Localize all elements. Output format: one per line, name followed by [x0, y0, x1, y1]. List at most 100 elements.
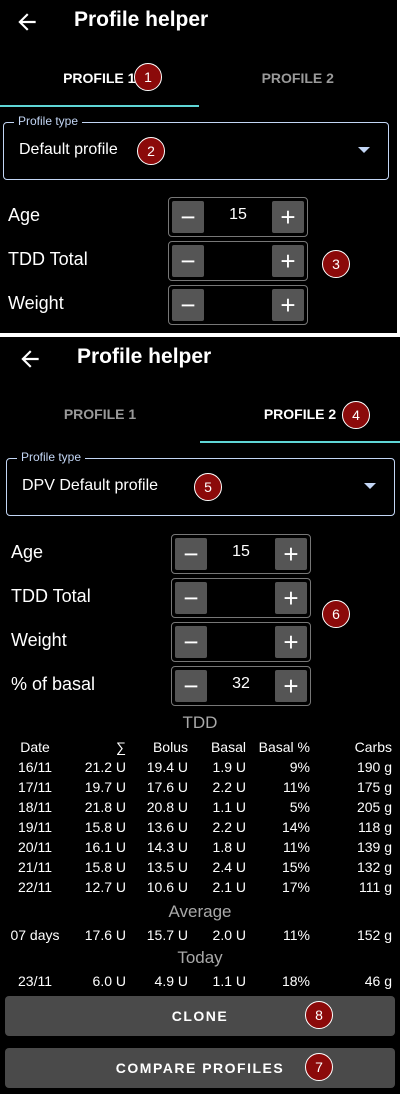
average-title: Average	[168, 902, 232, 921]
cell-bolus: 17.6 U	[146, 779, 188, 795]
average-basal: 2.0 U	[212, 927, 246, 943]
average-basal-percent: 11%	[283, 927, 310, 943]
cell-basal-percent: 11%	[283, 779, 310, 795]
basal-percent-row: % of basal − 32 +	[0, 664, 400, 708]
today-basal: 1.1 U	[212, 973, 246, 989]
weight-label: Weight	[8, 293, 64, 313]
column-header: Bolus	[152, 739, 188, 755]
cell-date: 22/11	[18, 879, 52, 895]
tdd-total-stepper: − +	[168, 241, 308, 281]
profile-type-legend: Profile type	[17, 450, 86, 464]
age-value[interactable]: 15	[210, 543, 272, 561]
decrement-button[interactable]: −	[175, 538, 207, 570]
basal-percent-stepper: − 32 +	[171, 666, 311, 706]
decrement-button[interactable]: −	[175, 582, 207, 614]
column-header: Date	[20, 739, 50, 755]
arrow-left-icon[interactable]	[17, 346, 43, 372]
table-row: 18/11 21.8 U 20.8 U 1.1 U 5% 205 g	[4, 797, 392, 817]
increment-button[interactable]: +	[275, 670, 307, 702]
average-bolus: 15.7 U	[146, 927, 188, 943]
cell-date: 17/11	[18, 779, 52, 795]
tdd-rows: 16/11 21.2 U 19.4 U 1.9 U 9% 190 g 17/11 19.7 U…	[4, 757, 392, 897]
screen-profile-2: Profile helper PROFILE 1 PROFILE 2 Profi…	[0, 337, 400, 1094]
cell-date: 20/11	[18, 839, 52, 855]
today-basal-percent: 18%	[281, 973, 310, 989]
age-value[interactable]: 15	[207, 206, 269, 224]
decrement-button[interactable]: −	[175, 670, 207, 702]
age-label: Age	[8, 205, 41, 225]
increment-button[interactable]: +	[272, 245, 304, 277]
app-bar: Profile helper	[0, 337, 400, 383]
today-table: 23/11 6.0 U 4.9 U 1.1 U 18% 46 g	[4, 971, 392, 991]
active-tab-indicator	[200, 441, 400, 443]
cell-bolus: 13.5 U	[146, 859, 188, 875]
today-carbs: 46 g	[364, 973, 392, 989]
profile-type-legend: Profile type	[14, 114, 83, 128]
cell-date: 21/11	[18, 859, 52, 875]
cell-bolus: 19.4 U	[146, 759, 188, 775]
annotation-badge: 7	[305, 1053, 333, 1081]
basal-percent-label: % of basal	[11, 674, 96, 694]
average-row: 07 days 17.6 U 15.7 U 2.0 U 11% 152 g	[4, 925, 392, 945]
cell-basal: 1.1 U	[212, 799, 246, 815]
cell-basal: 2.2 U	[212, 819, 246, 835]
arrow-left-icon[interactable]	[14, 9, 40, 35]
tab-profile-1[interactable]: PROFILE 1	[0, 385, 200, 443]
table-row: 22/11 12.7 U 10.6 U 2.1 U 17% 111 g	[4, 877, 392, 897]
today-title: Today	[177, 948, 223, 967]
decrement-button[interactable]: −	[172, 245, 204, 277]
cell-basal-percent: 11%	[283, 839, 310, 855]
column-header: Carbs	[354, 739, 392, 755]
age-label: Age	[11, 542, 44, 562]
decrement-button[interactable]: −	[172, 201, 204, 233]
cell-basal-percent: 14%	[281, 819, 310, 835]
cell-basal: 1.9 U	[212, 759, 246, 775]
page-title: Profile helper	[74, 8, 209, 31]
profile-type-select[interactable]: Profile type Default profile	[3, 114, 389, 180]
tdd-table: Date ∑ Bolus Basal Basal % Carbs 16/11 21…	[4, 737, 392, 897]
annotation-badge: 1	[134, 63, 162, 91]
weight-stepper: − +	[168, 285, 308, 325]
decrement-button[interactable]: −	[172, 289, 204, 321]
increment-button[interactable]: +	[275, 626, 307, 658]
clone-button[interactable]: CLONE	[5, 996, 395, 1036]
cell-carbs: 111 g	[359, 879, 392, 895]
caret-down-icon	[358, 147, 370, 153]
cell-total: 15.8 U	[84, 819, 126, 835]
tdd-title: TDD	[182, 713, 218, 732]
cell-bolus: 20.8 U	[146, 799, 188, 815]
increment-button[interactable]: +	[272, 201, 304, 233]
weight-stepper: − +	[171, 622, 311, 662]
cell-carbs: 139 g	[356, 839, 392, 855]
column-header: Basal %	[258, 739, 310, 755]
annotation-badge: 5	[194, 473, 222, 501]
tab-profile-1[interactable]: PROFILE 1	[0, 49, 199, 107]
average-carbs: 152 g	[356, 927, 392, 943]
compare-profiles-button[interactable]: COMPARE PROFILES	[5, 1048, 395, 1088]
cell-total: 12.7 U	[84, 879, 126, 895]
increment-button[interactable]: +	[275, 582, 307, 614]
average-table: 07 days 17.6 U 15.7 U 2.0 U 11% 152 g	[4, 925, 392, 945]
table-row: 16/11 21.2 U 19.4 U 1.9 U 9% 190 g	[4, 757, 392, 777]
screen-profile-1: Profile helper PROFILE 1 PROFILE 2 Profi…	[0, 0, 397, 333]
tab-profile-2[interactable]: PROFILE 2	[199, 49, 398, 107]
increment-button[interactable]: +	[272, 289, 304, 321]
annotation-badge: 4	[342, 401, 370, 429]
cell-date: 18/11	[18, 799, 52, 815]
cell-total: 19.7 U	[84, 779, 126, 795]
table-row: 21/11 15.8 U 13.5 U 2.4 U 15% 132 g	[4, 857, 392, 877]
decrement-button[interactable]: −	[175, 626, 207, 658]
increment-button[interactable]: +	[275, 538, 307, 570]
profile-tabs: PROFILE 1 PROFILE 2	[0, 385, 400, 443]
basal-percent-value[interactable]: 32	[210, 675, 272, 693]
cell-basal: 2.1 U	[212, 879, 246, 895]
tab-profile-2[interactable]: PROFILE 2	[200, 385, 400, 443]
today-row: 23/11 6.0 U 4.9 U 1.1 U 18% 46 g	[4, 971, 392, 991]
weight-label: Weight	[11, 630, 67, 650]
app-bar: Profile helper	[0, 0, 397, 46]
cell-bolus: 10.6 U	[146, 879, 188, 895]
tdd-total-label: TDD Total	[11, 586, 91, 606]
cell-carbs: 190 g	[356, 759, 392, 775]
today-date: 23/11	[18, 973, 52, 989]
cell-bolus: 13.6 U	[146, 819, 188, 835]
